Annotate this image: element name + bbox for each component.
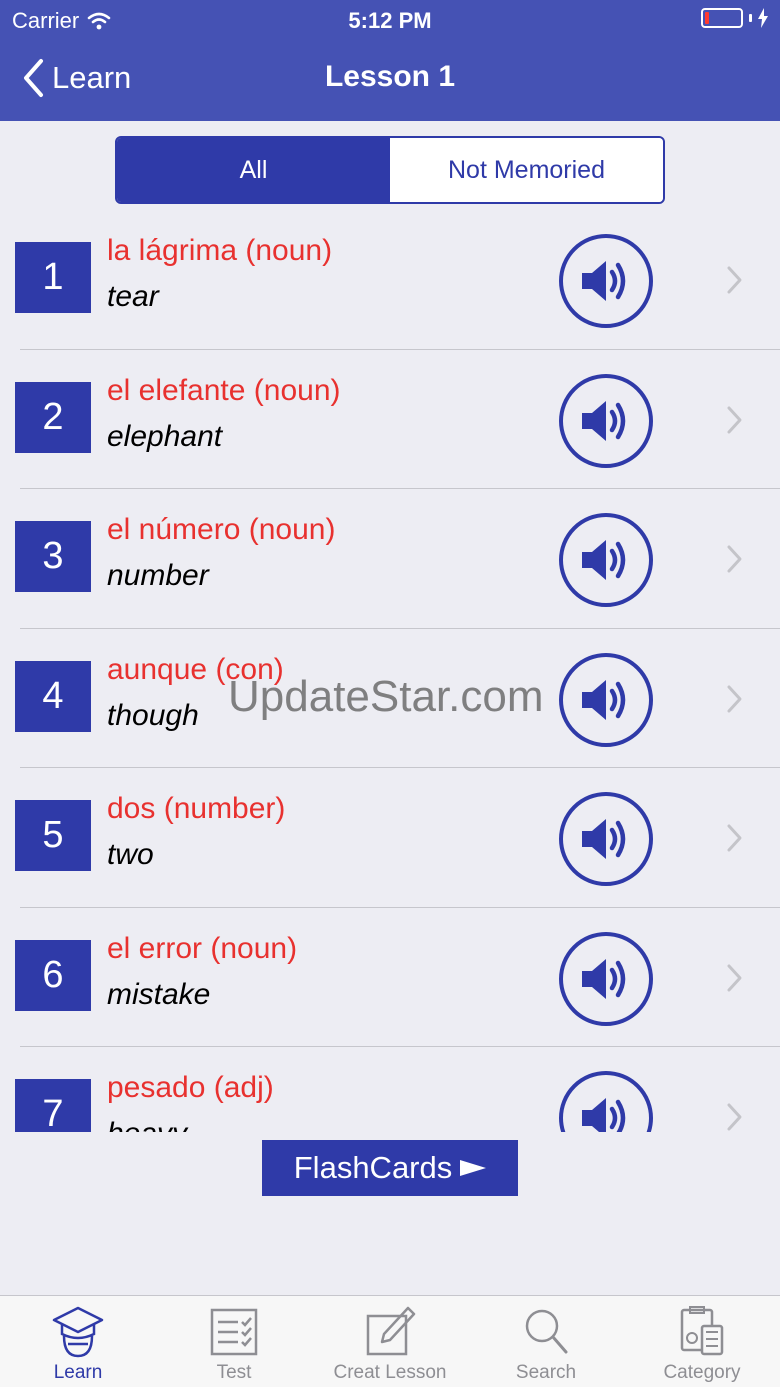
tab-learn-label: Learn [53,1362,103,1383]
chevron-right-icon[interactable] [724,265,744,295]
play-audio-button[interactable] [559,1071,653,1132]
battery-indicator [701,8,768,28]
tab-create-lesson-label: Creat Lesson [333,1362,447,1383]
status-bar: Carrier 5:12 PM [0,0,780,40]
spanish-word: dos (number) [107,792,286,825]
play-audio-button[interactable] [559,652,653,747]
filter-segmented-control: All Not Memoried [115,136,665,204]
speaker-icon [582,958,626,999]
speaker-icon [582,400,626,441]
battery-icon [701,8,743,28]
speaker-icon [582,1098,626,1132]
english-meaning: though [107,698,199,732]
segment-all[interactable]: All [117,138,390,202]
charging-bolt-icon [758,8,768,28]
list-item[interactable]: 1 la lágrima (noun) tear [0,210,780,350]
spanish-word: aunque (con) [107,652,284,686]
flashcards-button[interactable]: FlashCards [262,1140,518,1196]
word-number: 4 [15,660,91,732]
tab-search[interactable]: Search [468,1296,624,1387]
tab-learn[interactable]: Learn [0,1296,156,1387]
spanish-word: la lágrima (noun) [107,234,333,267]
chevron-right-icon[interactable] [724,1102,744,1132]
play-audio-button[interactable] [559,373,653,468]
list-item[interactable]: 6 el error (noun) mistake [0,908,780,1047]
play-arrow-icon [460,1160,487,1176]
chevron-right-icon[interactable] [724,684,744,714]
list-item[interactable]: 3 el número (noun) number [0,489,780,629]
tab-test-label: Test [216,1362,252,1383]
page-title: Lesson 1 [324,60,456,93]
tab-test[interactable]: Test [156,1296,312,1387]
list-item[interactable]: 4 aunque (con) though [0,629,780,768]
segment-not-memoried[interactable]: Not Memoried [390,138,663,202]
list-item[interactable]: 5 dos (number) two [0,768,780,908]
list-item[interactable]: 2 el elefante (noun) elephant [0,350,780,489]
word-number: 3 [15,521,91,592]
spanish-word: el elefante (noun) [107,373,341,407]
word-number: 2 [15,381,91,453]
status-time: 5:12 PM [348,8,432,33]
chevron-right-icon[interactable] [724,544,744,574]
play-audio-button[interactable] [559,792,653,886]
word-number: 1 [15,242,91,313]
graduate-icon [52,1306,104,1358]
play-audio-button[interactable] [559,931,653,1026]
word-list[interactable]: 1 la lágrima (noun) tear 2 el elefante (… [0,210,780,1132]
english-meaning: mistake [107,977,211,1011]
list-item[interactable]: 7 pesado (adj) heavy [0,1047,780,1132]
chevron-right-icon[interactable] [724,405,744,435]
chevron-right-icon[interactable] [724,823,744,853]
navigation-bar: Carrier 5:12 PM Learn Lesson 1 [0,0,780,121]
tab-category-label: Category [663,1362,741,1383]
tab-create-lesson[interactable]: Creat Lesson [312,1296,468,1387]
speaker-icon [582,540,626,580]
speaker-icon [582,819,626,859]
tab-bar: Learn Test Creat Lesson Search Category [0,1295,780,1387]
play-audio-button[interactable] [559,234,653,328]
english-meaning: number [107,559,209,592]
word-number: 7 [15,1079,91,1132]
spanish-word: pesado (adj) [107,1071,274,1104]
tab-category[interactable]: Category [624,1296,780,1387]
english-meaning: tear [107,280,159,313]
chevron-right-icon[interactable] [724,963,744,993]
tab-search-label: Search [515,1362,577,1383]
english-meaning: heavy [107,1117,187,1132]
search-icon [525,1309,568,1354]
flashcards-label: FlashCards [293,1150,453,1185]
play-audio-button[interactable] [559,513,653,607]
checklist-icon [210,1308,258,1356]
spanish-word: el error (noun) [107,931,298,965]
word-number: 5 [15,800,91,871]
spanish-word: el número (noun) [107,513,336,546]
speaker-icon [582,261,626,301]
edit-pencil-icon [366,1306,416,1356]
speaker-icon [582,679,626,720]
word-number: 6 [15,939,91,1011]
english-meaning: two [107,838,154,871]
calculator-icon [680,1306,724,1356]
english-meaning: elephant [107,419,223,453]
